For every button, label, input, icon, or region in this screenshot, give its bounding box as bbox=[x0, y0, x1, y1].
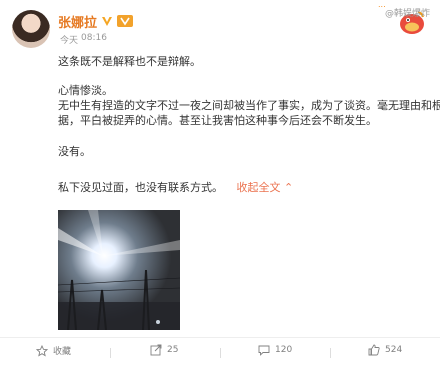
like-button[interactable]: 524 bbox=[368, 344, 402, 356]
collapse-label: 收起全文 bbox=[236, 181, 281, 194]
action-separator bbox=[110, 348, 111, 358]
comment-count: 120 bbox=[275, 345, 293, 355]
action-bar: 收藏 25 120 524 bbox=[0, 340, 440, 364]
footer-divider bbox=[0, 337, 440, 338]
post-line-3: 无中生有捏造的文字不过一夜之间却被当作了事实，成为了谈资。毫无理由和根 bbox=[58, 99, 440, 112]
post-photo[interactable] bbox=[58, 210, 180, 330]
post-line-6-text: 私下没见过面，也没有联系方式。 bbox=[58, 181, 223, 194]
weibo-post: 张娜拉 今天 08:16 ... 这条既不是解释也不是辩解。 心情惨淡。 无中生… bbox=[0, 0, 440, 365]
post-clock: 08:16 bbox=[81, 33, 107, 43]
like-icon bbox=[368, 344, 380, 356]
comment-button[interactable]: 120 bbox=[258, 344, 292, 356]
star-icon bbox=[36, 344, 48, 357]
verified-icon bbox=[102, 17, 113, 26]
post-line-1: 这条既不是解释也不是辩解。 bbox=[58, 55, 201, 68]
action-separator bbox=[220, 348, 221, 358]
repost-button[interactable]: 25 bbox=[150, 344, 178, 356]
post-day: 今天 bbox=[60, 36, 79, 46]
author-name[interactable]: 张娜拉 bbox=[58, 12, 97, 31]
author-row: 张娜拉 bbox=[58, 12, 134, 31]
favorite-label: 收藏 bbox=[53, 347, 72, 357]
collapse-link[interactable]: 收起全文 ⌃ bbox=[237, 181, 294, 194]
watermark: @韩娱爆炸 bbox=[384, 9, 430, 19]
post-line-5: 没有。 bbox=[58, 145, 91, 158]
post-line-4: 据，平白被捉弄的心情。甚至让我害怕这种事今后还会不断发生。 bbox=[58, 114, 377, 127]
comment-icon bbox=[258, 345, 270, 356]
like-count: 524 bbox=[385, 345, 403, 355]
vip-icon[interactable] bbox=[117, 15, 134, 27]
collapse-arrow-icon: ⌃ bbox=[284, 181, 294, 194]
action-separator bbox=[330, 348, 331, 358]
post-line-6: 私下没见过面，也没有联系方式。 收起全文 ⌃ bbox=[58, 180, 293, 195]
post-line-2: 心情惨淡。 bbox=[58, 84, 113, 97]
post-time: 今天 08:16 bbox=[60, 33, 107, 46]
avatar[interactable] bbox=[12, 10, 50, 48]
favorite-button[interactable]: 收藏 bbox=[36, 344, 71, 357]
repost-count: 25 bbox=[167, 345, 179, 355]
repost-icon bbox=[150, 344, 162, 356]
